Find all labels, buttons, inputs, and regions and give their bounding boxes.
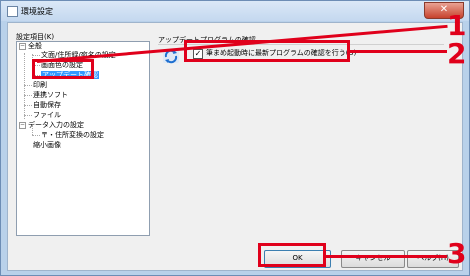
callout-number-2: 2 (447, 37, 467, 70)
collapse-icon[interactable]: － (19, 43, 26, 50)
tree-node-autosave[interactable]: 自動保存 (33, 101, 61, 110)
tree-line (24, 85, 32, 86)
tree-node-thumbnail[interactable]: 縮小画像 (33, 141, 61, 150)
tree-node-linked-software[interactable]: 連携ソフト (33, 91, 68, 100)
callout-box-2 (184, 40, 350, 62)
title-bar[interactable]: 環境設定 ✕ (1, 1, 469, 21)
cancel-button[interactable]: キャンセル (341, 250, 405, 268)
callout-number-1: 1 (447, 9, 467, 42)
tree-line (32, 135, 40, 136)
tree-node-general[interactable]: －全般 (19, 42, 42, 51)
callout-box-3 (258, 243, 326, 267)
tree-node-label: 全般 (28, 42, 42, 50)
tree-line (24, 53, 25, 119)
callout-number-3: 3 (447, 237, 467, 270)
tree-line (32, 55, 40, 56)
callout-line-3 (326, 255, 447, 258)
tree-line (24, 105, 32, 106)
tree-node-print[interactable]: 印刷 (33, 81, 47, 90)
callout-line-2 (350, 50, 447, 53)
app-icon (7, 6, 18, 17)
tree-node-postal-conversion[interactable]: 〒・住所変換の設定 (41, 131, 104, 140)
tree-node-data-input[interactable]: －データ入力の設定 (19, 121, 84, 130)
tree-line (24, 95, 32, 96)
tree-node-file[interactable]: ファイル (33, 111, 61, 120)
tree-node-label: データ入力の設定 (28, 121, 84, 129)
collapse-icon[interactable]: － (19, 122, 26, 129)
window-title: 環境設定 (21, 7, 53, 16)
tree-line (24, 115, 32, 116)
